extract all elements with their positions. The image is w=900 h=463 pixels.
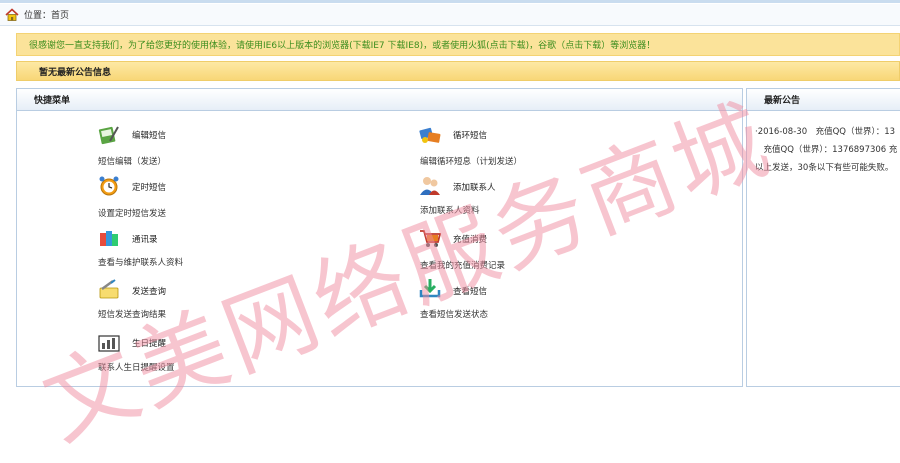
latest-announcement-line: 充值QQ（世界）：1376897306 充 [755, 145, 898, 155]
menu-item-send-query[interactable]: 发送查询 [132, 285, 166, 297]
breadcrumb: 位置：首页 [0, 4, 900, 26]
download-icon[interactable] [418, 277, 442, 299]
latest-announcement-line: 以上发送，30条以下有些可能失败。 [755, 163, 894, 173]
latest-announcement-line[interactable]: ·2016-08-30 充值QQ（世界）：13 [755, 123, 897, 141]
menu-desc-recharge: 查看我的充值消费记录 [420, 261, 506, 271]
browser-notice: 很感谢您一直支持我们，为了给您更好的使用体验，请使用IE6以上版本的浏览器(下载… [16, 33, 900, 56]
announcement-bar: 暂无最新公告信息 [16, 61, 900, 81]
menu-item-add-contact[interactable]: 添加联系人 [453, 181, 496, 193]
top-strip [0, 0, 900, 3]
notice-text-end: ）等浏览器！ [601, 41, 656, 51]
menu-item-birthday-reminder[interactable]: 生日提醒 [132, 337, 166, 349]
menu-desc-send-query: 短信发送查询结果 [98, 310, 167, 320]
notice-text-mid2: ，谷歌（ [529, 41, 566, 51]
page: 位置：首页 很感谢您一直支持我们，为了给您更好的使用体验，请使用IE6以上版本的… [0, 0, 900, 463]
menu-desc-view-sms: 查看短信发送状态 [420, 310, 489, 320]
address-book-icon[interactable] [97, 227, 121, 249]
latest-announcement-body: ·2016-08-30 充值QQ（世界）：13 充值QQ（世界）：1376897… [755, 123, 897, 177]
download-firefox-link[interactable]: 火狐(点击下载) [468, 38, 529, 51]
quick-menu-header: 快捷菜单 [17, 89, 742, 111]
latest-announcement-panel: 最新公告 ·2016-08-30 充值QQ（世界）：13 充值QQ（世界）：13… [746, 88, 900, 387]
menu-item-edit-sms[interactable]: 编辑短信 [132, 129, 166, 141]
download-ie8-link[interactable]: 下载IE8 [388, 38, 420, 51]
birthday-chart-icon[interactable] [97, 331, 121, 353]
menu-item-address-book[interactable]: 通讯录 [132, 233, 158, 245]
menu-desc-add-contact: 添加联系人资料 [420, 206, 480, 216]
alarm-clock-icon[interactable] [97, 175, 121, 197]
menu-desc-address-book: 查看与维护联系人资料 [98, 258, 184, 268]
menu-desc-edit-sms: 短信编辑（发送） [98, 157, 167, 167]
latest-announcement-title: 最新公告 [764, 96, 801, 106]
breadcrumb-text: 位置：首页 [24, 11, 70, 21]
download-ie7-link[interactable]: 下载IE7 [353, 38, 385, 51]
quick-menu-panel: 快捷菜单 编辑短信 短信编辑（发送） 循环短信 编辑循环短息（计划发送） 定时短… [16, 88, 743, 387]
download-chrome-link[interactable]: 点击下载 [565, 38, 601, 51]
menu-item-loop-sms[interactable]: 循环短信 [453, 129, 487, 141]
menu-item-recharge[interactable]: 充值消费 [453, 233, 487, 245]
home-icon[interactable] [5, 7, 19, 22]
notice-text: 很感谢您一直支持我们，为了给您更好的使用体验，请使用IE6以上版本的浏览器( [29, 41, 353, 51]
notice-text-mid: )，或者使用 [419, 41, 469, 51]
menu-desc-loop-sms: 编辑循环短息（计划发送） [420, 157, 523, 167]
menu-item-view-sms[interactable]: 查看短信 [453, 285, 487, 297]
add-contact-icon[interactable] [418, 175, 442, 197]
edit-sms-icon[interactable] [97, 124, 121, 146]
quick-menu-title: 快捷菜单 [34, 96, 71, 106]
menu-item-scheduled-sms[interactable]: 定时短信 [132, 181, 166, 193]
latest-announcement-header: 最新公告 [747, 89, 900, 111]
send-query-icon[interactable] [97, 279, 121, 301]
menu-desc-scheduled-sms: 设置定时短信发送 [98, 209, 167, 219]
loop-sms-icon[interactable] [418, 124, 442, 146]
menu-desc-birthday-reminder: 联系人生日提醒设置 [98, 363, 175, 373]
announcement-text: 暂无最新公告信息 [39, 67, 112, 78]
shopping-cart-icon[interactable] [418, 227, 442, 249]
